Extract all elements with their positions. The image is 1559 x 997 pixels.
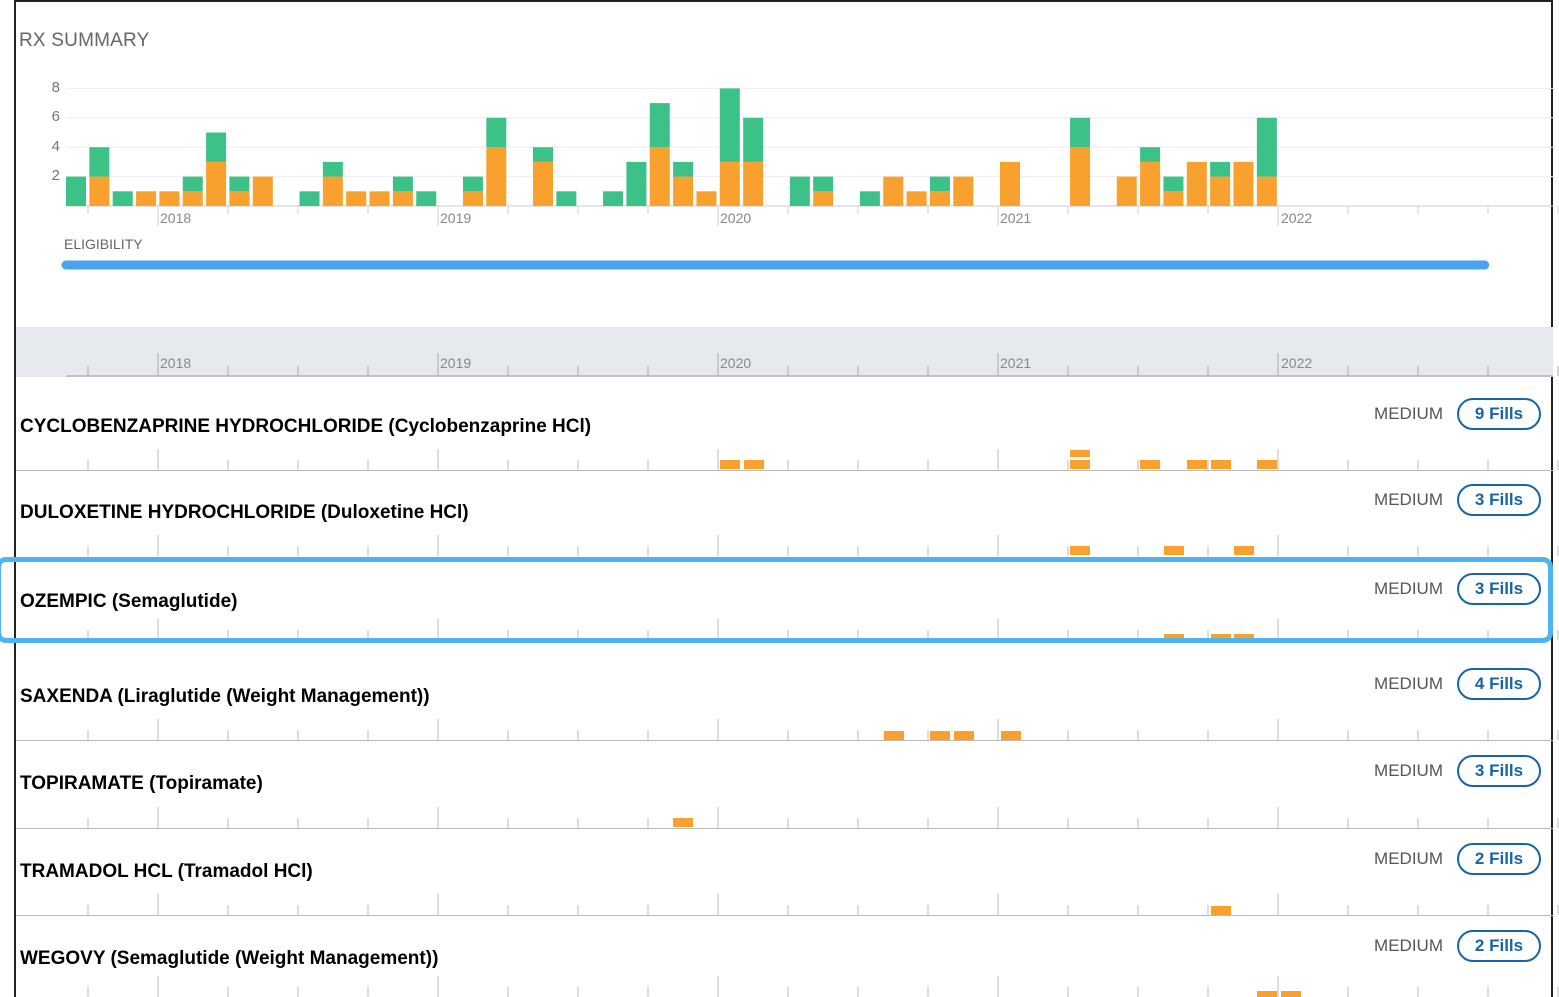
fill-mark: [1211, 906, 1231, 915]
fill-mark: [1257, 991, 1277, 997]
fill-mark: [930, 731, 950, 740]
selected-row-highlight: [0, 557, 1553, 643]
fill-mark: [1257, 460, 1277, 469]
fill-mark: [954, 731, 974, 740]
fill-mark: [1281, 991, 1301, 997]
fill-mark: [1070, 546, 1090, 555]
fill-mark: [1070, 450, 1090, 457]
fill-mark: [1164, 546, 1184, 555]
fill-mark: [1211, 460, 1231, 469]
fill-mark: [1140, 460, 1160, 469]
fill-mark: [1187, 460, 1207, 469]
drug-fill-timelines: [87, 449, 1559, 997]
fill-mark: [720, 460, 740, 469]
fill-mark: [1001, 731, 1021, 740]
fill-mark: [744, 460, 764, 469]
fill-mark: [673, 818, 693, 827]
fill-mark: [1234, 546, 1254, 555]
fill-mark: [1070, 460, 1090, 469]
fill-mark: [884, 731, 904, 740]
